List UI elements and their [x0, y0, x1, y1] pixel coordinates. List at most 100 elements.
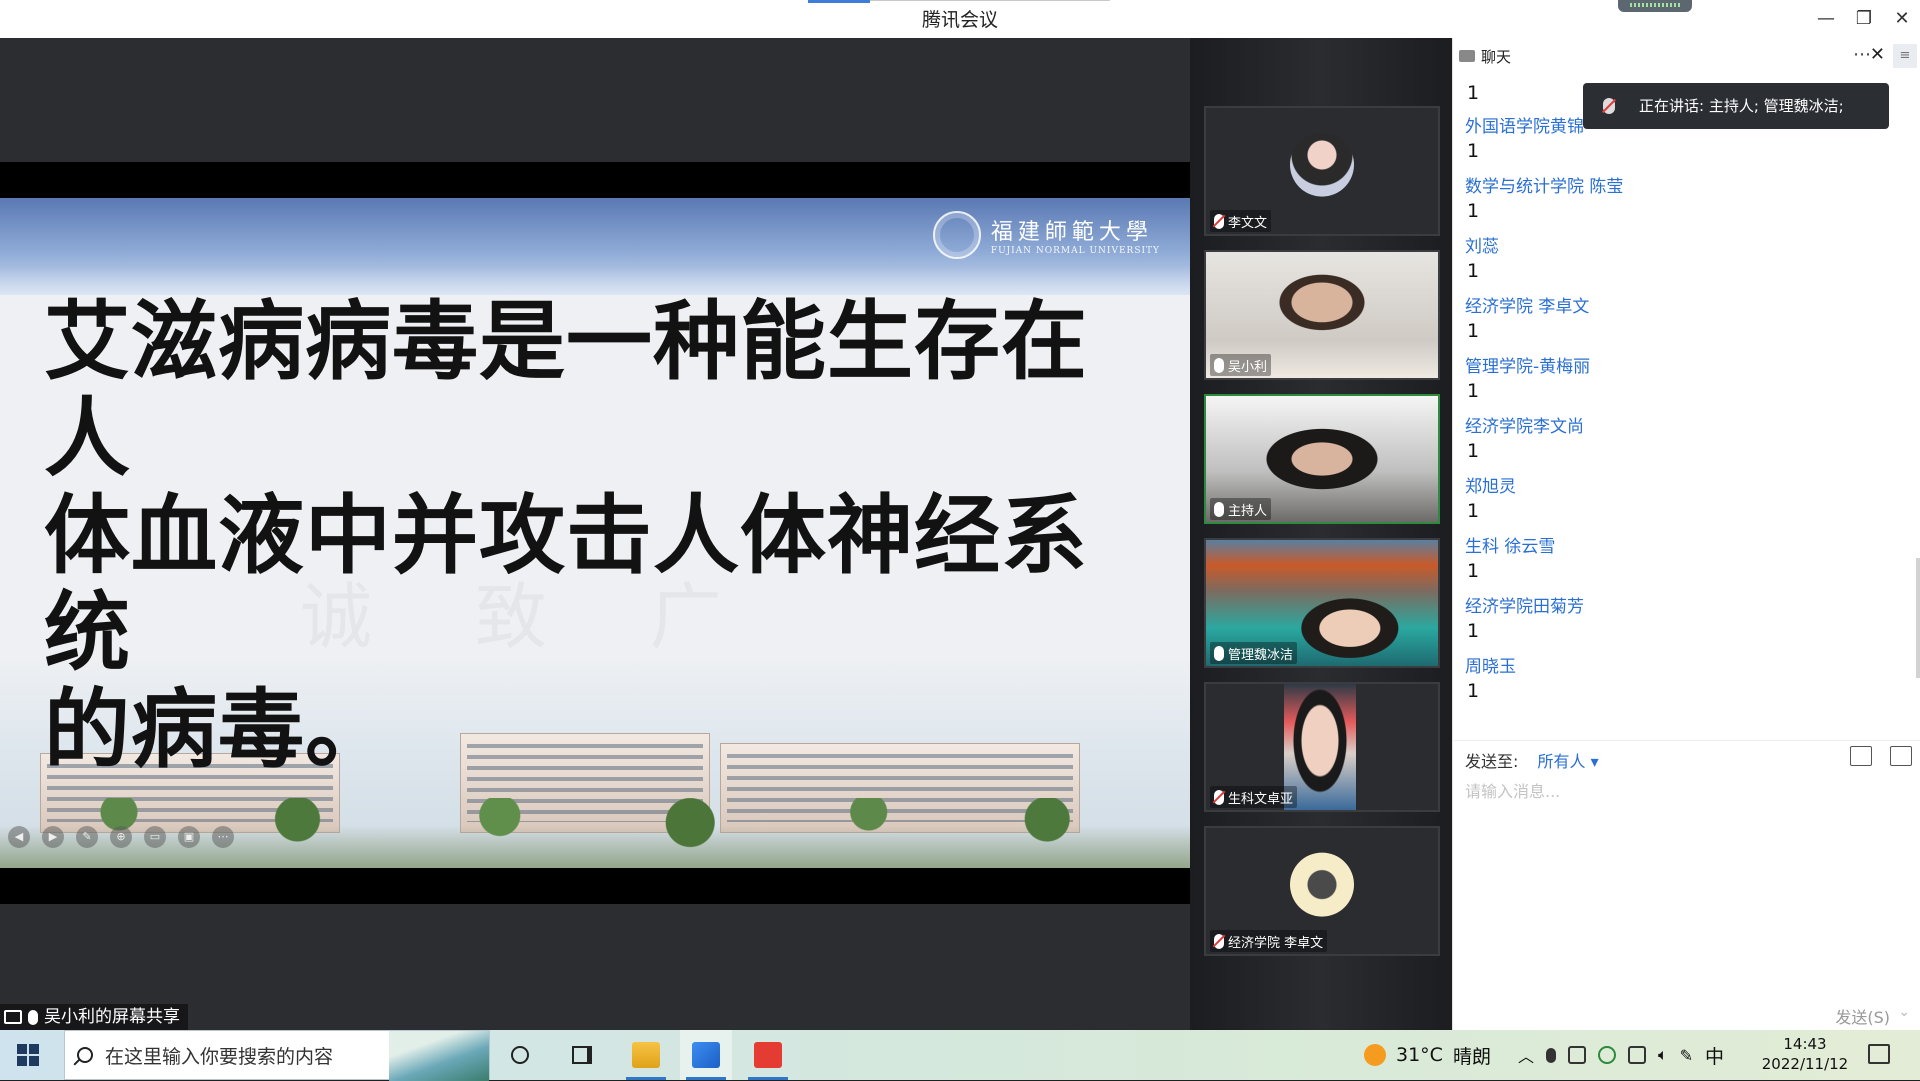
- more-icon[interactable]: ⋯: [212, 826, 234, 848]
- chat-header: 聊天 ⋯ ✕ ≡: [1453, 38, 1920, 74]
- start-button[interactable]: [0, 1030, 56, 1080]
- participant-gallery: 李文文 吴小利 主持人 管理魏冰洁 生科文卓亚 经济学院 李卓文: [1190, 38, 1452, 1030]
- screen-share-owner: 吴小利的屏幕共享: [44, 1007, 180, 1027]
- more-options-icon[interactable]: ⋯: [1853, 44, 1871, 65]
- ime-indicator[interactable]: 中: [1705, 1042, 1724, 1069]
- send-to-dropdown[interactable]: 所有人 ▾: [1538, 752, 1599, 771]
- slide-text-line: 体血液中并攻击人体神经系统: [44, 486, 1088, 683]
- next-slide-icon[interactable]: ▶: [42, 826, 64, 848]
- university-seal-icon: [932, 211, 981, 259]
- screenshot-icon[interactable]: [1890, 746, 1912, 766]
- chat-sender[interactable]: 郑旭灵: [1465, 472, 1516, 497]
- mic-icon: [1214, 357, 1224, 373]
- chat-sender[interactable]: 管理学院-黄梅丽: [1465, 352, 1590, 377]
- cortana-button[interactable]: [498, 1030, 542, 1080]
- restore-button[interactable]: ❐: [1850, 6, 1878, 32]
- taskbar-app-file-explorer[interactable]: [620, 1030, 672, 1080]
- cortana-icon: [511, 1046, 529, 1064]
- weather-description: 晴朗: [1452, 1045, 1491, 1068]
- chat-scrollbar[interactable]: [1916, 558, 1920, 678]
- taskbar-search[interactable]: 在这里输入你要搜索的内容: [64, 1030, 490, 1081]
- close-chat-icon[interactable]: ✕: [1870, 44, 1885, 65]
- send-button[interactable]: 发送(S): [1835, 1004, 1890, 1028]
- chat-icon: [1459, 50, 1475, 62]
- previous-slide-icon[interactable]: ◀: [8, 826, 30, 848]
- notification-icon[interactable]: [1868, 1044, 1890, 1064]
- taskbar-app-tencent-meeting[interactable]: [680, 1030, 732, 1080]
- mic-icon: [1214, 501, 1224, 517]
- chat-message-input[interactable]: [1465, 778, 1905, 1018]
- participant-tile[interactable]: 管理魏冰洁: [1204, 538, 1440, 668]
- chat-message-text: 1: [1467, 440, 1480, 462]
- sidebar-toggle-icon[interactable]: ≡: [1893, 44, 1917, 68]
- chat-sender[interactable]: 经济学院 李卓文: [1465, 292, 1589, 317]
- chevron-up-icon[interactable]: ︿: [1518, 1043, 1534, 1067]
- zoom-icon[interactable]: ⊕: [110, 826, 132, 848]
- chat-message-text: 1: [1467, 260, 1480, 282]
- minimize-button[interactable]: —: [1812, 6, 1840, 32]
- security-icon[interactable]: [1598, 1046, 1617, 1064]
- avatar: [1290, 852, 1354, 917]
- app-tray-icon[interactable]: [1568, 1046, 1587, 1064]
- screen-share-icon: [4, 1010, 22, 1024]
- chat-message-text: 1: [1467, 500, 1480, 522]
- shared-screen-area[interactable]: 福建師範大學 FUJIAN NORMAL UNIVERSITY 诚 致 广 艾滋…: [0, 38, 1190, 1030]
- send-to-row: 发送至: 所有人 ▾: [1465, 748, 1599, 772]
- windows-logo-icon: [17, 1044, 39, 1066]
- chat-message: 经济学院田菊芳 1: [1465, 592, 1865, 652]
- chat-message-text: 1: [1467, 140, 1480, 162]
- chat-sender[interactable]: 经济学院李文尚: [1465, 412, 1584, 437]
- chat-message-text: 1: [1467, 620, 1480, 642]
- chat-sender[interactable]: 经济学院田菊芳: [1465, 592, 1584, 617]
- chat-message: 管理学院-黄梅丽 1: [1465, 352, 1865, 412]
- sun-icon: [1364, 1044, 1386, 1066]
- screen-icon[interactable]: ▣: [178, 826, 200, 848]
- close-button[interactable]: ✕: [1888, 6, 1916, 32]
- mic-muted-icon: [1214, 789, 1224, 805]
- chat-sender[interactable]: 周晓玉: [1465, 652, 1516, 677]
- chat-panel: 聊天 ⋯ ✕ ≡ 1 外国语学院黄锦 1 数学与统计学院 陈莹 1 刘蕊 1 经济学院…: [1452, 38, 1920, 1030]
- participant-tile[interactable]: 李文文: [1204, 106, 1440, 236]
- divider: [1453, 740, 1920, 741]
- chat-message: 生科 徐云雪 1: [1465, 532, 1865, 592]
- university-name-cn: 福建師範大學: [990, 220, 1153, 245]
- mic-tray-icon[interactable]: [1546, 1047, 1557, 1063]
- participant-tile[interactable]: 生科文卓亚: [1204, 682, 1440, 812]
- chat-sender[interactable]: 数学与统计学院 陈莹: [1465, 172, 1623, 197]
- weather-temperature: 31°C: [1396, 1044, 1443, 1066]
- weather-widget[interactable]: 31°C 晴朗: [1364, 1030, 1491, 1080]
- search-highlight-image: [389, 1031, 489, 1081]
- send-to-label: 发送至:: [1465, 752, 1519, 771]
- chat-sender[interactable]: 生科 徐云雪: [1465, 532, 1555, 557]
- volume-icon[interactable]: 🔈︎: [1658, 1045, 1668, 1065]
- task-view-icon: [572, 1046, 592, 1064]
- chat-message: 经济学院 李卓文 1: [1465, 292, 1865, 352]
- file-icon[interactable]: [1850, 746, 1872, 766]
- chat-sender[interactable]: 外国语学院黄锦: [1465, 112, 1584, 137]
- participant-tile-active-speaker[interactable]: 主持人: [1204, 394, 1440, 524]
- slide-text-line: 艾滋病病毒是一种能生存在人: [44, 292, 1088, 489]
- network-icon[interactable]: [1628, 1046, 1647, 1064]
- taskbar-app-wps[interactable]: [742, 1030, 794, 1080]
- task-view-button[interactable]: [560, 1030, 604, 1080]
- clock-date: 2022/11/12: [1761, 1055, 1849, 1073]
- window-title: 腾讯会议: [921, 9, 998, 31]
- university-name-en: FUJIAN NORMAL UNIVERSITY: [990, 246, 1160, 256]
- chat-message: 刘蕊 1: [1465, 232, 1865, 292]
- pen-tray-icon[interactable]: ✎: [1680, 1046, 1693, 1065]
- screen-share-label: 吴小利的屏幕共享: [0, 1004, 188, 1030]
- chat-message-text: 1: [1467, 380, 1480, 402]
- chat-message-list[interactable]: 1 外国语学院黄锦 1 数学与统计学院 陈莹 1 刘蕊 1 经济学院 李卓文 1 管理学…: [1465, 82, 1865, 712]
- taskbar-clock[interactable]: 14:43 2022/11/12: [1740, 1034, 1870, 1074]
- pen-icon[interactable]: ✎: [76, 826, 98, 848]
- university-logo: 福建師範大學 FUJIAN NORMAL UNIVERSITY: [932, 210, 1160, 260]
- participant-tile[interactable]: 吴小利: [1204, 250, 1440, 380]
- title-bar: 腾讯会议 — ❐ ✕: [0, 0, 1920, 38]
- participant-tile[interactable]: 经济学院 李卓文: [1204, 826, 1440, 956]
- slides-icon[interactable]: ▭: [144, 826, 166, 848]
- participant-name: 吴小利: [1228, 359, 1268, 375]
- chat-message-text: 1: [1467, 200, 1480, 222]
- chevron-down-icon[interactable]: ⌄: [1898, 1004, 1910, 1020]
- chat-sender[interactable]: 刘蕊: [1465, 232, 1499, 257]
- mic-icon: [28, 1009, 38, 1025]
